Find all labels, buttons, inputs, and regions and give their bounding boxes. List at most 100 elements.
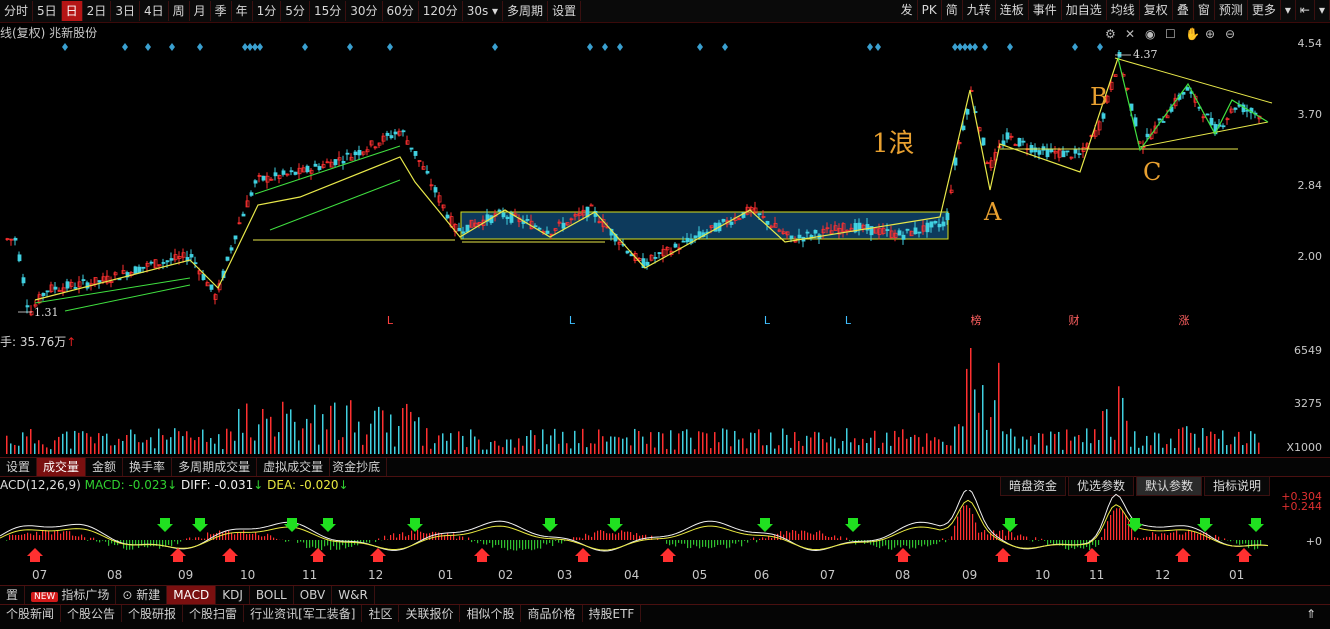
bottom-tab-7[interactable]: W&R bbox=[332, 586, 375, 604]
candle-body bbox=[645, 261, 650, 266]
event-marker-1: L bbox=[569, 314, 576, 327]
news-tab-2[interactable]: 个股研报 bbox=[122, 605, 184, 623]
price-chart[interactable]: L L L L 榜 财 涨 1浪 A B C 4.37 1.31 ⚙ ✕ ◉ ☐ ✋ ⊕ ⊖ bbox=[0, 22, 1275, 330]
triangle-lower-line bbox=[1139, 121, 1269, 148]
period-button-4[interactable]: 3日 bbox=[111, 1, 140, 21]
period-button-18[interactable]: 设置 bbox=[548, 1, 582, 21]
tool-button-6[interactable]: 加自选 bbox=[1062, 0, 1107, 20]
volume-bar bbox=[22, 432, 24, 454]
indicator-tab-5[interactable]: 虚拟成交量 bbox=[257, 458, 331, 476]
period-button-12[interactable]: 15分 bbox=[310, 1, 347, 21]
sell-arrow-icon bbox=[284, 518, 300, 532]
tool-button-10[interactable]: 窗 bbox=[1194, 0, 1215, 20]
first-icon[interactable]: ⇤ bbox=[1296, 0, 1315, 20]
indicator-tab-2[interactable]: 金额 bbox=[86, 458, 124, 476]
news-tab-0[interactable]: 个股新闻 bbox=[0, 605, 62, 623]
period-button-8[interactable]: 季 bbox=[211, 1, 232, 21]
news-tab-7[interactable]: 相似个股 bbox=[460, 605, 522, 623]
period-toolbar: 分时 5日日 2日 3日 4日周月季年 1分 5分 15分 30分 60分 120分 30s ▾ 多周期… bbox=[0, 0, 1330, 23]
period-button-7[interactable]: 月 bbox=[190, 1, 211, 21]
tool-button-7[interactable]: 均线 bbox=[1107, 0, 1140, 20]
volume-chart[interactable] bbox=[0, 340, 1275, 456]
macd-bar bbox=[600, 530, 602, 540]
tool-button-9[interactable]: 叠 bbox=[1173, 0, 1194, 20]
news-tab-4[interactable]: 行业资讯[军工装备] bbox=[244, 605, 363, 623]
news-tab-3[interactable]: 个股扫雷 bbox=[183, 605, 245, 623]
bottom-tab-6[interactable]: OBV bbox=[294, 586, 333, 604]
volume-bar bbox=[118, 438, 120, 454]
tool-button-12[interactable]: 更多 bbox=[1248, 0, 1281, 20]
news-tab-1[interactable]: 个股公告 bbox=[61, 605, 123, 623]
macd-bar bbox=[1167, 535, 1169, 540]
indicator-tab-3[interactable]: 换手率 bbox=[123, 458, 173, 476]
volume-bar bbox=[934, 437, 936, 454]
macd-bar bbox=[606, 533, 608, 540]
bottom-tab-5[interactable]: BOLL bbox=[250, 586, 294, 604]
candle-body bbox=[225, 256, 230, 261]
expand-up-icon[interactable]: ⇑ bbox=[1306, 607, 1316, 621]
wave-zigzag bbox=[34, 57, 1119, 301]
indicator-tab-0[interactable]: 设置 bbox=[0, 458, 38, 476]
macd-bar bbox=[315, 540, 317, 549]
period-button-9[interactable]: 年 bbox=[232, 1, 253, 21]
period-button-14[interactable]: 60分 bbox=[383, 1, 419, 21]
volume-bar bbox=[106, 433, 108, 454]
macd-bar bbox=[1158, 536, 1160, 540]
macd-bar bbox=[474, 540, 476, 541]
macd-bar bbox=[978, 532, 980, 540]
volume-bar bbox=[826, 442, 828, 454]
macd-bar bbox=[270, 535, 272, 540]
menu-dropdown-icon[interactable]: ▾ bbox=[1315, 0, 1330, 20]
period-button-5[interactable]: 4日 bbox=[140, 1, 169, 21]
tool-button-0[interactable]: 发 bbox=[897, 0, 918, 20]
period-button-10[interactable]: 1分 bbox=[253, 1, 282, 21]
indicator-tab-4[interactable]: 多周期成交量 bbox=[172, 458, 258, 476]
tool-button-2[interactable]: 简 bbox=[942, 0, 963, 20]
tool-button-3[interactable]: 九转 bbox=[963, 0, 996, 20]
macd-bar bbox=[1044, 540, 1046, 541]
indicator-tab-6[interactable]: 资金抄底 bbox=[330, 458, 388, 476]
period-button-2[interactable]: 日 bbox=[61, 1, 83, 21]
macd-chart[interactable] bbox=[0, 490, 1275, 568]
macd-bar bbox=[72, 535, 74, 540]
news-tab-8[interactable]: 商品价格 bbox=[521, 605, 583, 623]
period-button-17[interactable]: 多周期 bbox=[503, 1, 549, 21]
period-button-11[interactable]: 5分 bbox=[281, 1, 310, 21]
news-tab-6[interactable]: 关联报价 bbox=[399, 605, 461, 623]
period-button-6[interactable]: 周 bbox=[169, 1, 190, 21]
period-button-0[interactable]: 分时 bbox=[0, 1, 34, 21]
tool-button-1[interactable]: PK bbox=[918, 0, 942, 20]
indicator-tab-1[interactable]: 成交量 bbox=[37, 458, 87, 476]
news-tab-5[interactable]: 社区 bbox=[362, 605, 400, 623]
volume-bar bbox=[706, 433, 708, 454]
bottom-tab-0[interactable]: 置 bbox=[0, 586, 26, 604]
bottom-tab-4[interactable]: KDJ bbox=[216, 586, 250, 604]
macd-bar bbox=[1149, 537, 1151, 540]
period-button-16[interactable]: 30s ▾ bbox=[463, 1, 504, 21]
buy-arrow-icon bbox=[1175, 548, 1191, 562]
tool-button-4[interactable]: 连板 bbox=[996, 0, 1029, 20]
volume-bar bbox=[18, 445, 20, 454]
tool-button-8[interactable]: 复权 bbox=[1140, 0, 1173, 20]
period-button-13[interactable]: 30分 bbox=[346, 1, 383, 21]
period-button-15[interactable]: 120分 bbox=[419, 1, 463, 21]
tool-button-5[interactable]: 事件 bbox=[1029, 0, 1062, 20]
macd-bar bbox=[180, 540, 182, 542]
volume-bar bbox=[1214, 434, 1216, 454]
macd-bar bbox=[69, 531, 71, 540]
candle-body bbox=[141, 266, 146, 269]
macd-bar bbox=[900, 540, 902, 548]
bottom-tab-2[interactable]: ⊙ 新建 bbox=[116, 586, 168, 604]
candle-body bbox=[393, 131, 398, 135]
period-button-3[interactable]: 2日 bbox=[83, 1, 112, 21]
volume-bar bbox=[206, 441, 208, 454]
news-tab-9[interactable]: 持股ETF bbox=[583, 605, 642, 623]
bottom-tab-1[interactable]: NEW 指标广场 bbox=[25, 586, 117, 604]
tool-button-11[interactable]: 预测 bbox=[1215, 0, 1248, 20]
period-button-1[interactable]: 5日 bbox=[33, 1, 62, 21]
macd-bar bbox=[411, 530, 413, 540]
more-dropdown-icon[interactable]: ▾ bbox=[1281, 0, 1296, 20]
macd-axis-zero: +0 bbox=[1305, 535, 1322, 548]
bottom-tab-3[interactable]: MACD bbox=[167, 586, 217, 604]
macd-bar bbox=[963, 505, 965, 540]
